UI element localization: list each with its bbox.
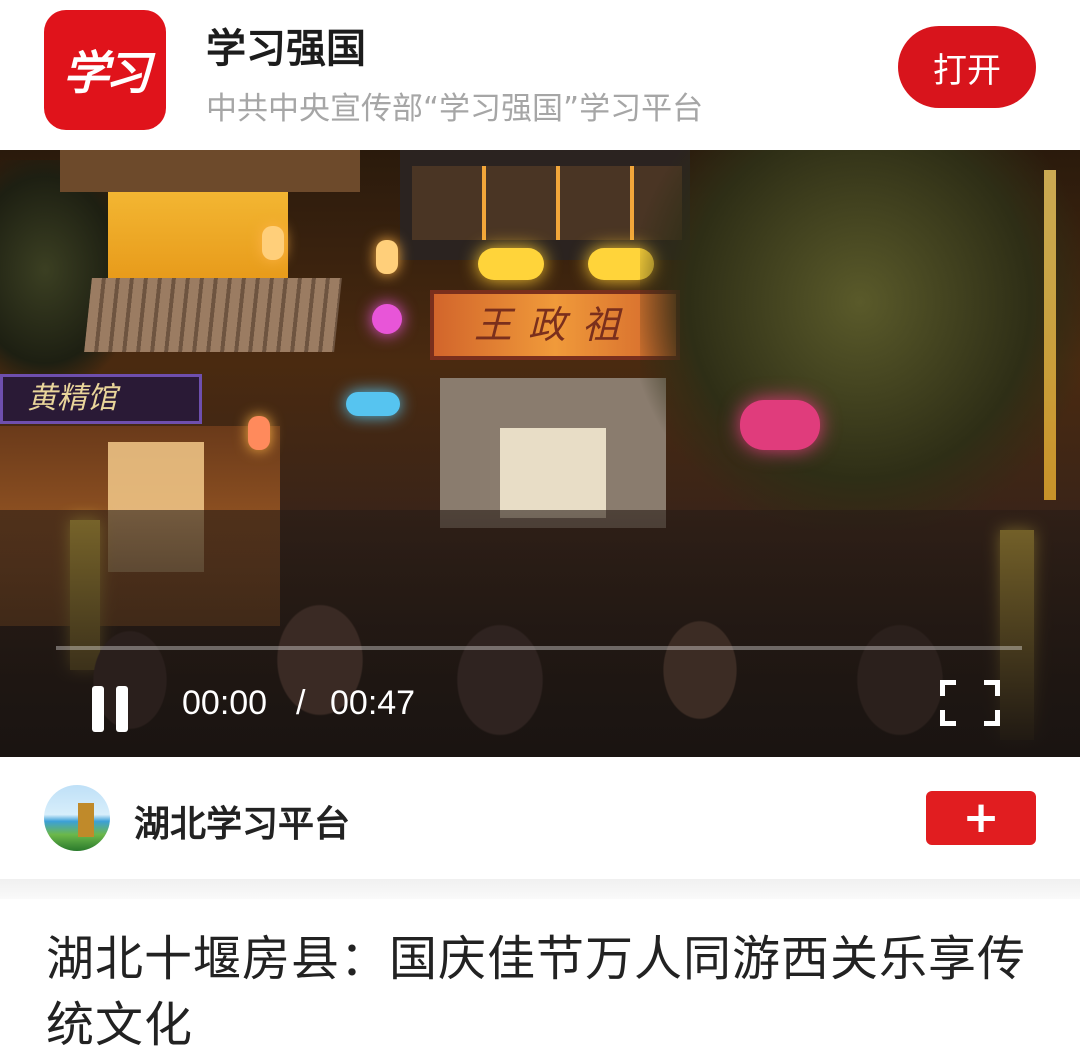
open-app-button[interactable]: 打开: [898, 26, 1036, 108]
video-scene-tree: [640, 150, 1080, 530]
app-name: 学习强国: [206, 26, 366, 72]
video-scene-lantern: [248, 416, 270, 450]
app-description: 中共中央宣传部“学习强国”学习平台: [206, 91, 704, 127]
video-scene-lantern: [740, 400, 820, 450]
pause-icon: [92, 686, 104, 732]
time-separator: /: [296, 684, 306, 722]
video-scene-wall: [108, 192, 288, 282]
video-scene-string-lights: [1044, 170, 1056, 500]
follow-button[interactable]: +: [926, 791, 1036, 845]
video-scene-roof: [60, 150, 360, 192]
video-scene-lantern: [262, 226, 284, 260]
video-scene-shop-sign: 黄精馆: [0, 374, 202, 424]
video-scene-neon: [346, 392, 400, 416]
pause-icon: [116, 686, 128, 732]
channel-row: 湖北学习平台 +: [0, 757, 1080, 879]
current-time: 00:00: [182, 684, 268, 722]
app-logo[interactable]: 学习: [44, 10, 166, 130]
video-scene-neon: [372, 304, 402, 334]
fullscreen-icon: [984, 710, 1000, 726]
video-scene-tile-roof: [84, 278, 342, 352]
channel-name[interactable]: 湖北学习平台: [134, 795, 350, 847]
section-divider: [0, 879, 1080, 899]
video-player[interactable]: 黄精馆 王政祖 00:00 / 00:47: [0, 150, 1080, 757]
channel-avatar[interactable]: [44, 785, 110, 851]
video-scene-crowd: [0, 510, 1080, 757]
tower-icon: [78, 803, 94, 837]
article-title: 湖北十堰房县：国庆佳节万人同游西关乐享传统文化: [46, 931, 1027, 1053]
pause-button[interactable]: [88, 686, 132, 732]
fullscreen-icon: [940, 710, 956, 726]
video-progress-bar[interactable]: [56, 646, 1022, 650]
video-duration: 00:47: [330, 684, 416, 722]
fullscreen-button[interactable]: [940, 680, 1000, 726]
video-scene-cloud-light: [478, 248, 544, 280]
fullscreen-icon: [940, 680, 956, 696]
app-download-banner: 学习 学习强国 中共中央宣传部“学习强国”学习平台 打开: [0, 0, 1080, 150]
video-scene-mural: [500, 428, 606, 518]
fullscreen-icon: [984, 680, 1000, 696]
video-scene-lantern: [376, 240, 398, 274]
